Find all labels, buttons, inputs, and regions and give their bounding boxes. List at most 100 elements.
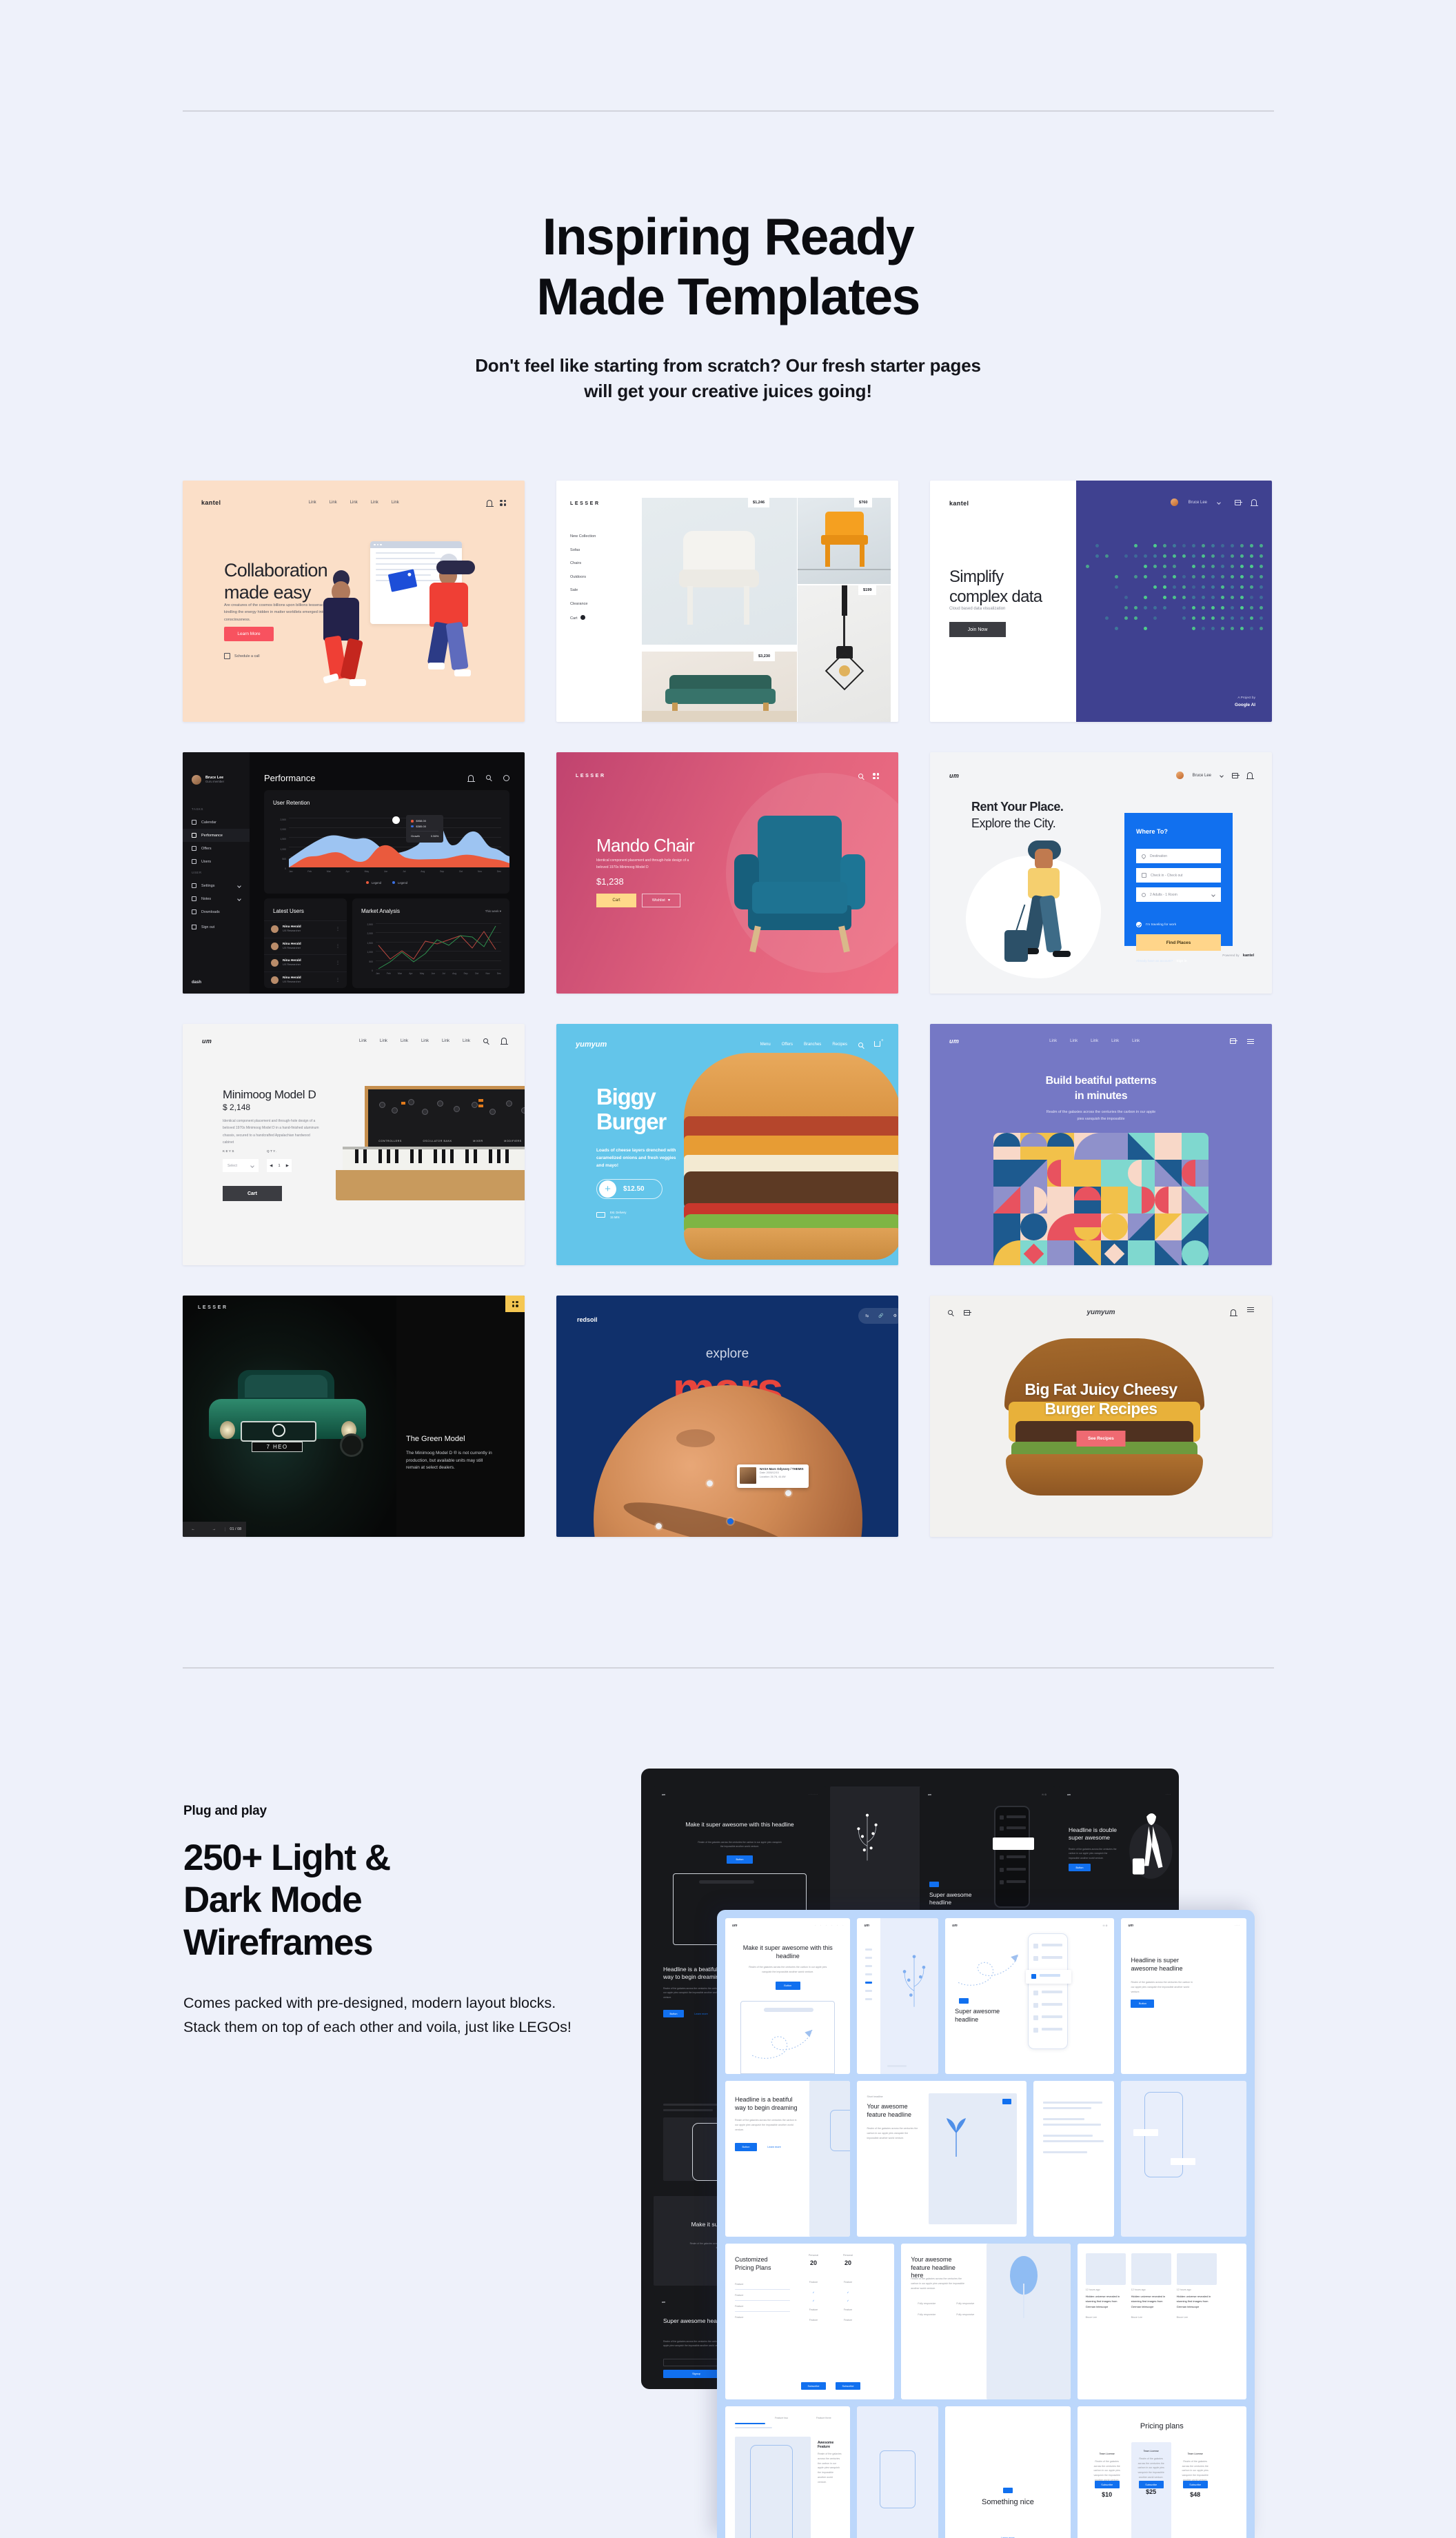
more-icon[interactable]: ⋮: [336, 944, 340, 949]
bell-icon[interactable]: [1247, 772, 1253, 778]
wireframe-link[interactable]: Learn more: [761, 2143, 787, 2151]
wireframe-block[interactable]: um ✉ ⚙ Super awesome headline: [945, 1918, 1114, 2074]
nav-link[interactable]: Link: [1132, 1039, 1140, 1043]
calendar-icon[interactable]: [1232, 773, 1238, 778]
next-arrow-icon[interactable]: →: [203, 1527, 224, 1531]
nav-link[interactable]: Link: [359, 1039, 367, 1043]
chevron-down-icon[interactable]: [1220, 774, 1224, 778]
wireframe-block[interactable]: Headline is a beatiful way to begin drea…: [725, 2081, 850, 2237]
wireframe-block[interactable]: Your awesome feature headline here Realm…: [901, 2244, 1070, 2399]
quantity-stepper[interactable]: ◀ 1 ▶: [267, 1159, 292, 1172]
wireframe-button[interactable]: Button: [776, 1982, 800, 1990]
keys-select[interactable]: Select: [223, 1159, 259, 1172]
list-item[interactable]: Nina Herald UX Researcher ⋮: [264, 954, 347, 971]
more-icon[interactable]: ⋮: [336, 978, 340, 983]
nav-link[interactable]: Link: [421, 1039, 429, 1043]
wireframe-panel-light[interactable]: um · · · · · · Make it super awesome with this…: [717, 1910, 1255, 2538]
nav-item[interactable]: Outdoors: [570, 575, 596, 579]
dates-input[interactable]: Check in - Check out: [1136, 868, 1221, 883]
subscribe-button[interactable]: Subscribe: [836, 2382, 860, 2390]
guests-select[interactable]: 2 Adults - 1 Room: [1136, 887, 1221, 902]
nav-link[interactable]: Link: [309, 501, 316, 505]
cart-button[interactable]: Cart: [596, 894, 636, 907]
template-card-furniture-shop[interactable]: LESSER New Collection Sofas Chairs Outdo…: [556, 481, 898, 722]
sign-in-row[interactable]: Already have an account? Sign in: [1136, 959, 1187, 963]
gift-icon[interactable]: [1230, 1038, 1236, 1044]
product-tile-lamp[interactable]: [798, 585, 891, 722]
nav-link[interactable]: Link: [1070, 1039, 1078, 1043]
nav-link[interactable]: Recipes: [832, 1043, 847, 1047]
wireframe-pricing-plans[interactable]: Pricing plans Team License Realm of the …: [1078, 2406, 1246, 2538]
wireframe-block[interactable]: [1121, 2081, 1246, 2237]
gift-icon[interactable]: [1235, 500, 1241, 505]
cart-icon[interactable]: 0: [874, 1041, 880, 1048]
wireframe-button[interactable]: Button: [663, 2010, 684, 2017]
template-card-mars[interactable]: redsoil ⇆ 🔗 ⚙ explore mars NASA Mars Ody…: [556, 1296, 898, 1537]
sidebar-nav-user[interactable]: Settings Notes Downloads: [183, 879, 250, 918]
sign-out-button[interactable]: Sign out: [192, 925, 214, 929]
list-item[interactable]: Nina Herald UX Researcher ⋮: [264, 920, 347, 938]
carousel-pager[interactable]: ← → 01 / 08: [183, 1522, 246, 1537]
increment-button[interactable]: ▶: [286, 1164, 289, 1168]
nav-link[interactable]: Offers: [782, 1043, 793, 1047]
list-item[interactable]: Nina Herald UX Researcher ⋮: [264, 971, 347, 989]
subscribe-button[interactable]: Subscribe: [1139, 2481, 1164, 2488]
wireframe-news-block[interactable]: 12 hours ago Hidden universe revealed in…: [1078, 2244, 1246, 2399]
map-pin[interactable]: [707, 1480, 713, 1487]
template-card-burger-recipes[interactable]: yumyum Big Fat Juicy Cheesy Burger Recip…: [930, 1296, 1272, 1537]
grid-menu-icon[interactable]: [873, 773, 879, 779]
chevron-down-icon[interactable]: [1217, 501, 1221, 505]
nav-item[interactable]: Chairs: [570, 561, 596, 565]
chevron-down-icon[interactable]: [1211, 893, 1215, 897]
nav-link[interactable]: Link: [401, 1039, 408, 1043]
nav-link[interactable]: Branches: [804, 1043, 821, 1047]
wireframe-link[interactable]: Learn more: [689, 2010, 713, 2017]
wireframe-link[interactable]: Learn more: [994, 2535, 1022, 2538]
wireframe-block[interactable]: um · · · · Headline is super awesome head…: [1121, 1918, 1246, 2074]
wireframe-block[interactable]: [1033, 2081, 1115, 2237]
action-toolbar[interactable]: ⇆ 🔗 ⚙: [858, 1308, 898, 1324]
plan-column[interactable]: Personal 20 Feature ✓ ✓ Feature Feature: [798, 2253, 829, 2288]
bell-icon[interactable]: [1251, 499, 1257, 505]
nav-link[interactable]: Link: [371, 501, 378, 505]
sidebar-nav-tasks[interactable]: Calendar Performance Offers Users: [183, 816, 250, 868]
wireframe-block[interactable]: Feature two Feature three Awesome Featur…: [725, 2406, 850, 2538]
grid-menu-button[interactable]: [505, 1296, 525, 1312]
shop-nav[interactable]: New Collection Sofas Chairs Outdoors Sal…: [570, 534, 596, 630]
sign-in-link[interactable]: Sign in: [1176, 959, 1186, 963]
template-card-biggy-burger[interactable]: yumyum Menu Offers Branches Recipes 0 Bi…: [556, 1024, 898, 1265]
add-to-order-button[interactable]: + $12.50: [596, 1179, 663, 1199]
nav-link[interactable]: Link: [1111, 1039, 1119, 1043]
nav-link[interactable]: Link: [463, 1039, 470, 1043]
product-tile-orange-chair[interactable]: [798, 498, 891, 584]
prev-arrow-icon[interactable]: ←: [183, 1527, 203, 1531]
decrement-button[interactable]: ◀: [270, 1164, 272, 1168]
more-icon[interactable]: ⋮: [336, 927, 340, 931]
map-pin[interactable]: [785, 1490, 791, 1496]
search-icon[interactable]: [483, 1038, 488, 1043]
market-filter-dropdown[interactable]: This week ▾: [485, 909, 501, 914]
map-pin-active[interactable]: [727, 1518, 734, 1524]
nav-link[interactable]: Link: [1049, 1039, 1057, 1043]
schedule-call-link[interactable]: Schedule a call: [224, 653, 260, 659]
plan-card[interactable]: Team License Realm of the galaxies acros…: [1175, 2448, 1215, 2538]
site-topbar[interactable]: Link Link Link Link Link Link: [202, 1038, 507, 1044]
plan-column[interactable]: Personal 20 Feature ✓ ✓ Feature Feature: [833, 2253, 863, 2288]
sidebar-item-downloads[interactable]: Downloads: [183, 905, 250, 918]
plan-card[interactable]: Team License Realm of the galaxies acros…: [1087, 2448, 1127, 2538]
gear-icon[interactable]: [503, 775, 509, 781]
destination-input[interactable]: Destination: [1136, 849, 1221, 863]
plan-card[interactable]: Team License Realm of the galaxies acros…: [1131, 2442, 1171, 2538]
sidebar-item-settings[interactable]: Settings: [183, 879, 250, 892]
search-icon[interactable]: [858, 1043, 863, 1047]
template-card-minimoog[interactable]: um Link Link Link Link Link Link Minimoo…: [183, 1024, 525, 1265]
hamburger-menu-icon[interactable]: [1247, 1309, 1254, 1310]
template-card-collaboration[interactable]: kantel Link Link Link Link Link Collabor…: [183, 481, 525, 722]
hamburger-menu-icon[interactable]: [1247, 1041, 1254, 1042]
wireframe-button[interactable]: Button: [1131, 2000, 1154, 2008]
dashboard-toolbar[interactable]: [468, 775, 509, 781]
chevron-down-icon[interactable]: [237, 897, 241, 901]
link-icon[interactable]: 🔗: [878, 1313, 883, 1318]
wireframe-button[interactable]: Button: [735, 2143, 757, 2151]
grid-menu-icon[interactable]: [500, 500, 506, 506]
